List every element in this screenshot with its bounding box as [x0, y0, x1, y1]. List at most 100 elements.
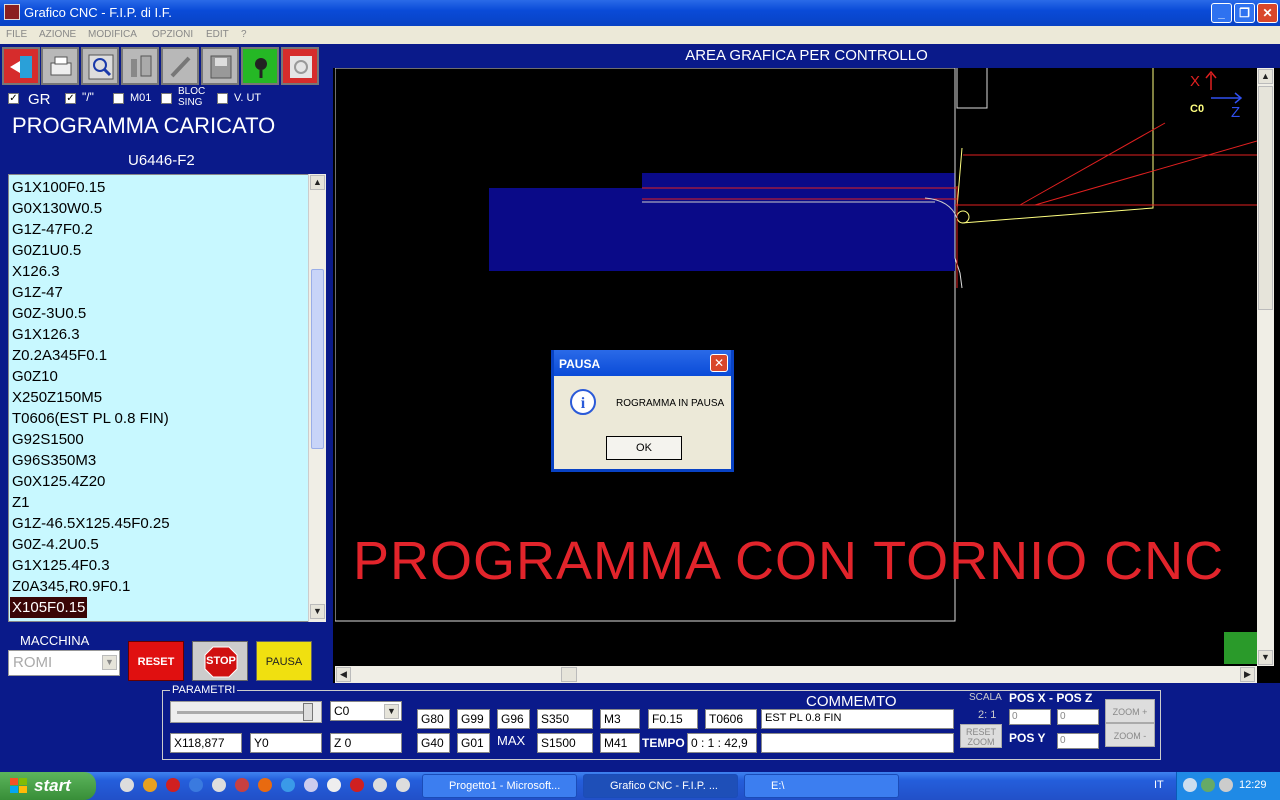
taskbar-item[interactable]: E:\ — [744, 774, 899, 798]
chevron-down-icon[interactable]: ▼ — [384, 704, 399, 719]
menu-opzioni[interactable]: OPZIONI — [152, 29, 193, 40]
program-line[interactable]: G0X130W0.5 — [12, 198, 102, 219]
vut-checkbox[interactable] — [217, 93, 228, 104]
program-line-selected[interactable]: X105F0.15 — [10, 597, 88, 618]
menu-file[interactable]: FILE — [6, 29, 27, 40]
close-button[interactable]: ✕ — [1257, 3, 1278, 23]
scroll-down-arrow[interactable]: ▼ — [1258, 650, 1273, 665]
machine-select[interactable]: ROMI ▼ — [8, 650, 120, 676]
pause-button[interactable]: PAUSA — [256, 641, 312, 681]
program-line[interactable]: G1Z-47F0.2 — [12, 219, 93, 240]
scroll-left-arrow[interactable]: ◀ — [336, 667, 351, 682]
quicklaunch-icon[interactable] — [396, 778, 410, 792]
minimize-button[interactable]: _ — [1211, 3, 1232, 23]
taskbar-item-active[interactable]: Grafico CNC - F.I.P. ... — [583, 774, 738, 798]
scroll-thumb[interactable] — [311, 269, 324, 449]
feed-slider[interactable] — [170, 701, 322, 723]
voice-button[interactable] — [241, 47, 279, 85]
device-icon[interactable] — [1219, 778, 1233, 792]
gr-checkbox[interactable]: ✓ — [8, 93, 19, 104]
system-tray: 12:29 — [1176, 772, 1280, 800]
tray-expand-icon[interactable] — [1183, 778, 1197, 792]
acrobat-icon[interactable] — [166, 778, 180, 792]
ok-button[interactable]: OK — [606, 436, 682, 460]
firefox-icon[interactable] — [258, 778, 272, 792]
c-axis-select[interactable]: C0 ▼ — [330, 701, 402, 721]
x-position-field[interactable]: X118,877 — [170, 733, 242, 753]
program-line[interactable]: Z1 — [12, 492, 30, 513]
chevron-down-icon[interactable]: ▼ — [102, 655, 117, 670]
program-line[interactable]: G92S1500 — [12, 429, 84, 450]
menu-modifica[interactable]: MODIFICA — [88, 29, 137, 40]
tools-button[interactable] — [121, 47, 159, 85]
program-scrollbar[interactable]: ▲ ▼ — [308, 174, 326, 622]
y-position-field[interactable]: Y0 — [250, 733, 322, 753]
network-icon[interactable] — [1201, 778, 1215, 792]
menu-help[interactable]: ? — [241, 29, 247, 40]
program-line[interactable]: Z0A345,R0.9F0.1 — [12, 576, 130, 597]
scroll-thumb[interactable] — [1258, 86, 1273, 310]
program-line[interactable]: G1Z-46.5X125.45F0.25 — [12, 513, 170, 534]
program-line[interactable]: G96S350M3 — [12, 450, 96, 471]
pos-z-field[interactable]: 0 — [1057, 709, 1099, 725]
scroll-up-arrow[interactable]: ▲ — [1258, 69, 1273, 84]
quicklaunch-icon[interactable] — [327, 778, 341, 792]
program-line[interactable]: G0Z10 — [12, 366, 58, 387]
reset-zoom-button[interactable]: RESET ZOOM — [960, 724, 1002, 748]
program-line[interactable]: G0Z1U0.5 — [12, 240, 81, 261]
z-position-field[interactable]: Z 0 — [330, 733, 402, 753]
scroll-up-arrow[interactable]: ▲ — [310, 175, 325, 190]
program-line[interactable]: T0606(EST PL 0.8 FIN) — [12, 408, 169, 429]
quicklaunch-icon[interactable] — [189, 778, 203, 792]
zoom-button[interactable] — [81, 47, 119, 85]
scroll-down-arrow[interactable]: ▼ — [310, 604, 325, 619]
menu-azione[interactable]: AZIONE — [39, 29, 76, 40]
quicklaunch-icon[interactable] — [120, 778, 134, 792]
program-line[interactable]: G0Z-3U0.5 — [12, 303, 86, 324]
chrome-icon[interactable] — [143, 778, 157, 792]
m01-checkbox[interactable] — [113, 93, 124, 104]
m01-label: M01 — [130, 92, 152, 104]
save-button[interactable] — [201, 47, 239, 85]
stop-button[interactable]: STOP — [192, 641, 248, 681]
program-line[interactable]: G1X100F0.15 — [12, 177, 105, 198]
opera-icon[interactable] — [350, 778, 364, 792]
program-line[interactable]: X250Z150M5 — [12, 387, 102, 408]
graphic-vertical-scrollbar[interactable]: ▲ ▼ — [1257, 68, 1274, 666]
program-line[interactable]: X126.3 — [12, 261, 60, 282]
quicklaunch-icon[interactable] — [373, 778, 387, 792]
program-line[interactable]: G0X125.4Z20 — [12, 471, 105, 492]
language-indicator[interactable]: IT — [1154, 779, 1164, 791]
tempo-field: 0 : 1 : 42,9 — [687, 733, 757, 753]
program-listbox[interactable]: G1X100F0.15 G0X130W0.5 G1Z-47F0.2 G0Z1U0… — [8, 174, 326, 622]
quicklaunch-icon[interactable] — [212, 778, 226, 792]
zoom-plus-button[interactable]: ZOOM + — [1105, 699, 1155, 723]
print-button[interactable] — [41, 47, 79, 85]
quicklaunch-icon[interactable] — [235, 778, 249, 792]
bloc-sing-checkbox[interactable] — [161, 93, 172, 104]
edit-button[interactable] — [161, 47, 199, 85]
scroll-thumb[interactable] — [561, 667, 577, 682]
program-line[interactable]: G1X126.3 — [12, 324, 80, 345]
reset-button[interactable]: RESET — [128, 641, 184, 681]
exit-button[interactable] — [2, 47, 40, 85]
dialog-close-button[interactable]: ✕ — [710, 354, 728, 372]
program-line[interactable]: G0Z-4.2U0.5 — [12, 534, 99, 555]
scroll-right-arrow[interactable]: ▶ — [1240, 667, 1255, 682]
ie-icon[interactable] — [281, 778, 295, 792]
taskbar-item[interactable]: Progetto1 - Microsoft... — [422, 774, 577, 798]
maximize-button[interactable]: ❐ — [1234, 3, 1255, 23]
program-line[interactable]: Z0.2A345F0.1 — [12, 345, 107, 366]
clear-button[interactable] — [281, 47, 319, 85]
quicklaunch-icon[interactable] — [304, 778, 318, 792]
start-button[interactable]: start — [0, 772, 96, 800]
program-line[interactable]: G1X125.4F0.3 — [12, 555, 110, 576]
graphic-horizontal-scrollbar[interactable]: ◀ ▶ — [335, 666, 1257, 683]
zoom-minus-button[interactable]: ZOOM - — [1105, 723, 1155, 747]
program-line[interactable]: G1Z-47 — [12, 282, 63, 303]
slider-thumb[interactable] — [303, 703, 313, 721]
pos-y-field[interactable]: 0 — [1057, 733, 1099, 749]
slash-checkbox[interactable]: ✓ — [65, 93, 76, 104]
menu-edit[interactable]: EDIT — [206, 29, 229, 40]
pos-x-field[interactable]: 0 — [1009, 709, 1051, 725]
